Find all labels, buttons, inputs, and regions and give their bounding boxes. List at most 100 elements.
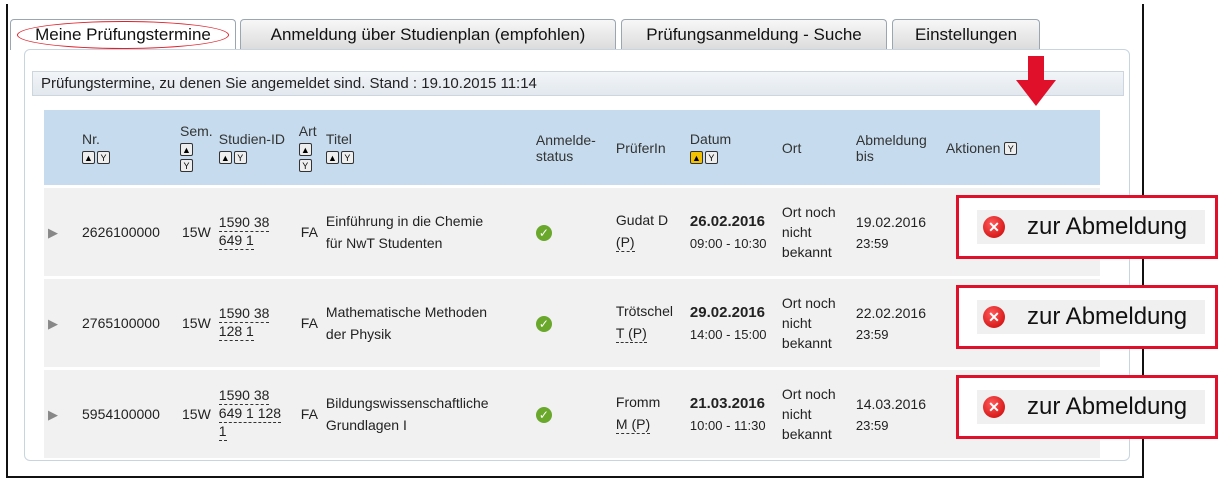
sort-asc-icon[interactable]: ▲ [82, 151, 95, 164]
col-pruefer: PrüferIn [611, 110, 686, 187]
pruefer-cell: Gudat D (P) [611, 185, 686, 278]
cancel-icon: ✕ [983, 396, 1005, 418]
tab-anmeldung-studienplan[interactable]: Anmeldung über Studienplan (empfohlen) [240, 19, 616, 49]
titel-cell: Bildungswissenschaftliche Grundlagen I [321, 367, 532, 458]
pruefer-link[interactable]: (P) [615, 234, 635, 252]
col-nr-label: Nr. [82, 131, 100, 147]
col-titel: Titel ▲ Y [321, 110, 532, 187]
tab-label: Prüfungsanmeldung - Suche [646, 25, 862, 44]
ort-line: Ort noch [781, 295, 836, 311]
check-icon: ✓ [535, 224, 552, 241]
col-art-label: Art [298, 123, 317, 139]
datum-time: 10:00 - 11:30 [689, 418, 766, 433]
tab-pruefungsanmeldung-suche[interactable]: Prüfungsanmeldung - Suche [621, 19, 887, 49]
col-status: Anmelde- status [531, 110, 612, 187]
check-icon: ✓ [535, 315, 552, 332]
art-cell: FA [296, 276, 322, 369]
ort-line: Ort noch [781, 386, 836, 402]
expand-arrow-icon[interactable]: ▶ [48, 225, 58, 240]
cancel-icon: ✕ [983, 216, 1005, 238]
exam-table: Nr. ▲ Y Sem. ▲ Y Studien-ID ▲ Y Art ▲ Y Tite… [44, 110, 1100, 458]
tab-einstellungen[interactable]: Einstellungen [892, 19, 1040, 49]
col-datum-label: Datum [689, 131, 732, 147]
pruefer-cell: Trötschel T (P) [611, 276, 686, 369]
ort-line: nicht [781, 224, 812, 240]
art-cell: FA [296, 367, 322, 458]
sem-cell: 15W [178, 276, 215, 369]
abmeldung-date: 14.03.2016 [855, 395, 926, 412]
studien-id-link[interactable]: 1590 38 [218, 387, 270, 405]
sort-asc-icon[interactable]: ▲ [180, 143, 193, 156]
sort-asc-icon[interactable]: ▲ [298, 143, 312, 156]
studien-id-link[interactable]: 649 1 [218, 232, 254, 250]
abmelden-button[interactable]: ✕ zur Abmeldung [977, 210, 1205, 244]
ort-cell: Ort noch nicht bekannt [777, 276, 852, 369]
art-cell: FA [296, 185, 322, 278]
ort-line: bekannt [781, 426, 832, 442]
abmeldung-time: 23:59 [855, 417, 889, 433]
pruefer-cell: Fromm M (P) [611, 367, 686, 458]
section-header: Prüfungstermine, zu denen Sie angemeldet… [32, 71, 1124, 96]
status-cell: ✓ [531, 276, 612, 369]
pruefer-link[interactable]: T (P) [615, 325, 647, 343]
datum-cell: 21.03.2016 10:00 - 11:30 [685, 367, 778, 458]
col-status-label-1: Anmelde- [535, 131, 596, 148]
filter-icon[interactable]: Y [180, 159, 193, 172]
cancel-icon: ✕ [983, 306, 1005, 328]
studien-id-link[interactable]: 649 1 128 [218, 405, 282, 423]
col-abmeldung: Abmeldung bis [851, 110, 942, 187]
col-studien-id: Studien-ID ▲ Y [214, 110, 297, 187]
table-header-row: Nr. ▲ Y Sem. ▲ Y Studien-ID ▲ Y Art ▲ Y Tite… [44, 110, 1100, 187]
table-row: ▶ 2765100000 15W 1590 38 128 1 FA Mathem… [44, 276, 1100, 369]
titel-cell: Mathematische Methoden der Physik [321, 276, 532, 369]
tab-label: Einstellungen [914, 25, 1018, 44]
col-art: Art ▲ Y [296, 110, 322, 187]
pruefer-name: Trötschel [615, 303, 673, 319]
tab-meine-pruefungstermine[interactable]: Meine Prüfungstermine [10, 19, 236, 50]
studien-id-link[interactable]: 1590 38 [218, 305, 270, 323]
filter-icon[interactable]: Y [704, 151, 718, 164]
col-sem: Sem. ▲ Y [178, 110, 215, 187]
abmelden-button[interactable]: ✕ zur Abmeldung [977, 390, 1205, 424]
abmeldung-cell: 22.02.2016 23:59 [851, 276, 942, 369]
ort-line: nicht [781, 406, 812, 422]
sort-asc-icon[interactable]: ▲ [218, 151, 232, 164]
datum-cell: 26.02.2016 09:00 - 10:30 [685, 185, 778, 278]
pruefer-link[interactable]: M (P) [615, 416, 651, 434]
sort-asc-icon[interactable]: ▲ [325, 151, 339, 164]
col-abmeldung-label-1: Abmeldung [855, 131, 927, 148]
abmeldung-highlight-box: ✕ zur Abmeldung [956, 285, 1218, 349]
sort-asc-active-icon[interactable]: ▲ [689, 151, 703, 164]
studien-id-link[interactable]: 1590 38 [218, 214, 270, 232]
abmelden-button-label: zur Abmeldung [1027, 303, 1188, 330]
expand-cell: ▶ [44, 367, 78, 458]
filter-icon[interactable]: Y [298, 159, 312, 172]
table-row: ▶ 5954100000 15W 1590 38 649 1 128 1 FA … [44, 367, 1100, 458]
col-status-label-2: status [535, 147, 574, 164]
datum-date: 26.02.2016 [689, 213, 765, 230]
expand-arrow-icon[interactable]: ▶ [48, 407, 58, 422]
ort-line: nicht [781, 315, 812, 331]
studien-id-link[interactable]: 128 1 [218, 323, 254, 341]
expand-arrow-icon[interactable]: ▶ [48, 316, 58, 331]
datum-date: 29.02.2016 [689, 304, 765, 321]
filter-icon[interactable]: Y [340, 151, 354, 164]
ort-cell: Ort noch nicht bekannt [777, 367, 852, 458]
nr-cell: 2765100000 [78, 276, 178, 369]
abmeldung-time: 23:59 [855, 326, 889, 342]
abmeldung-time: 23:59 [855, 235, 889, 251]
filter-icon[interactable]: Y [233, 151, 247, 164]
filter-icon[interactable]: Y [97, 151, 110, 164]
filter-icon[interactable]: Y [1004, 142, 1018, 156]
nr-cell: 2626100000 [78, 185, 178, 278]
col-studien-id-label: Studien-ID [218, 131, 285, 147]
tab-label: Anmeldung über Studienplan (empfohlen) [270, 25, 586, 44]
pruefer-name: Gudat D [615, 212, 669, 228]
ort-line: Ort noch [781, 204, 836, 220]
studien-id-link[interactable]: 1 [218, 423, 227, 441]
abmelden-button[interactable]: ✕ zur Abmeldung [977, 300, 1205, 334]
sem-cell: 15W [178, 367, 215, 458]
col-ort: Ort [777, 110, 852, 187]
col-aktionen-label: Aktionen [945, 139, 1001, 156]
table-row: ▶ 2626100000 15W 1590 38 649 1 FA Einfüh… [44, 185, 1100, 278]
